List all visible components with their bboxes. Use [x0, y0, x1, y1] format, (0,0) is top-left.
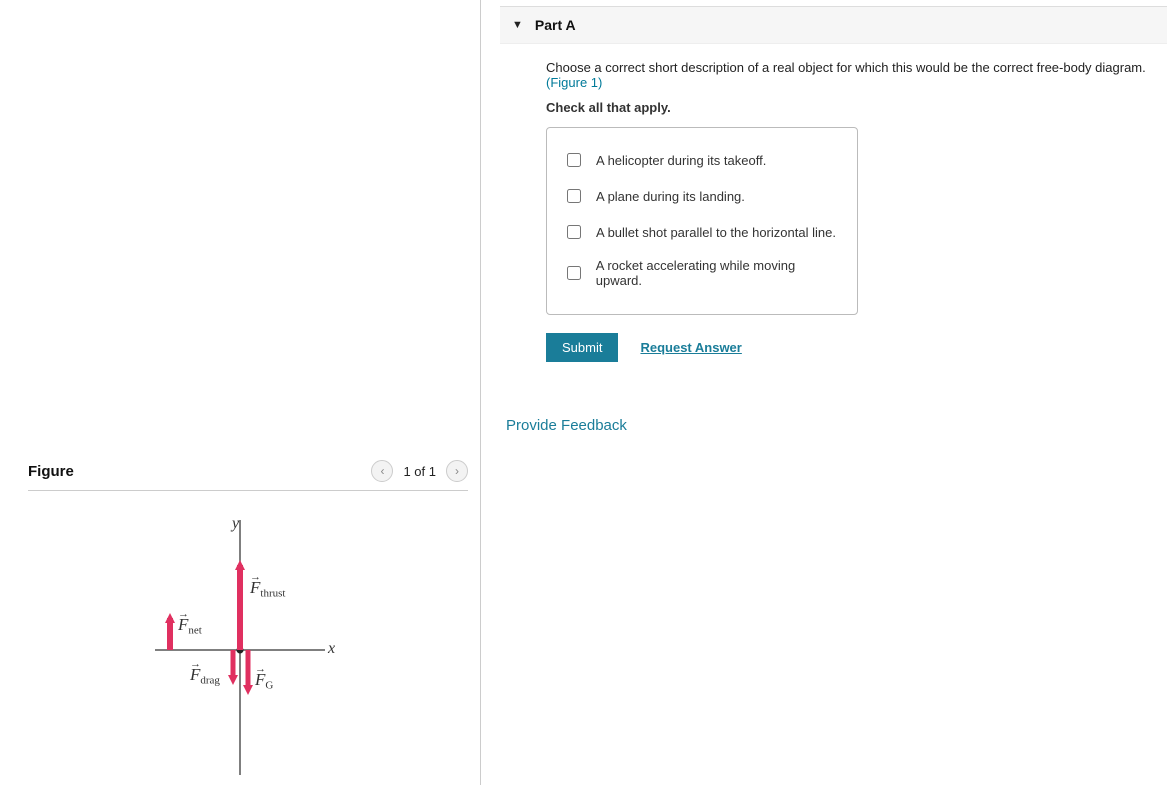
- option-label: A rocket accelerating while moving upwar…: [596, 258, 841, 288]
- figure-prev-button[interactable]: ‹: [371, 460, 393, 482]
- label-f-drag: → Fdrag: [190, 665, 220, 687]
- option-label: A helicopter during its takeoff.: [596, 153, 766, 168]
- option-checkbox-1[interactable]: [567, 153, 581, 167]
- submit-button[interactable]: Submit: [546, 333, 618, 362]
- option-checkbox-2[interactable]: [567, 189, 581, 203]
- figure-page-indicator: 1 of 1: [403, 464, 436, 479]
- question-text: Choose a correct short description of a …: [546, 60, 1167, 75]
- check-all-label: Check all that apply.: [546, 100, 1167, 115]
- request-answer-link[interactable]: Request Answer: [640, 340, 741, 355]
- option-label: A bullet shot parallel to the horizontal…: [596, 225, 836, 240]
- option-row[interactable]: A rocket accelerating while moving upwar…: [563, 250, 841, 296]
- free-body-diagram: y x → Fthrust → Fnet → Fdrag → FG: [50, 500, 400, 780]
- option-checkbox-4[interactable]: [567, 266, 581, 280]
- axis-label-y: y: [232, 515, 239, 533]
- option-row[interactable]: A plane during its landing.: [563, 178, 841, 214]
- option-row[interactable]: A helicopter during its takeoff.: [563, 142, 841, 178]
- figure-reference-link[interactable]: (Figure 1): [546, 75, 1167, 90]
- part-header[interactable]: ▼ Part A: [500, 6, 1167, 44]
- figure-nav: ‹ 1 of 1 ›: [371, 460, 468, 482]
- provide-feedback-link[interactable]: Provide Feedback: [506, 417, 1167, 434]
- part-title: Part A: [535, 17, 576, 33]
- option-row[interactable]: A bullet shot parallel to the horizontal…: [563, 214, 841, 250]
- figure-header: Figure ‹ 1 of 1 ›: [28, 460, 468, 491]
- collapse-caret-icon: ▼: [512, 19, 523, 31]
- option-checkbox-3[interactable]: [567, 225, 581, 239]
- answer-options-box: A helicopter during its takeoff. A plane…: [546, 127, 858, 315]
- panel-divider: [480, 0, 481, 785]
- figure-next-button[interactable]: ›: [446, 460, 468, 482]
- label-f-thrust: → Fthrust: [250, 578, 285, 600]
- option-label: A plane during its landing.: [596, 189, 745, 204]
- label-f-net: → Fnet: [178, 615, 202, 637]
- figure-title: Figure: [28, 463, 74, 480]
- axis-label-x: x: [328, 640, 335, 658]
- label-f-g: → FG: [255, 670, 273, 692]
